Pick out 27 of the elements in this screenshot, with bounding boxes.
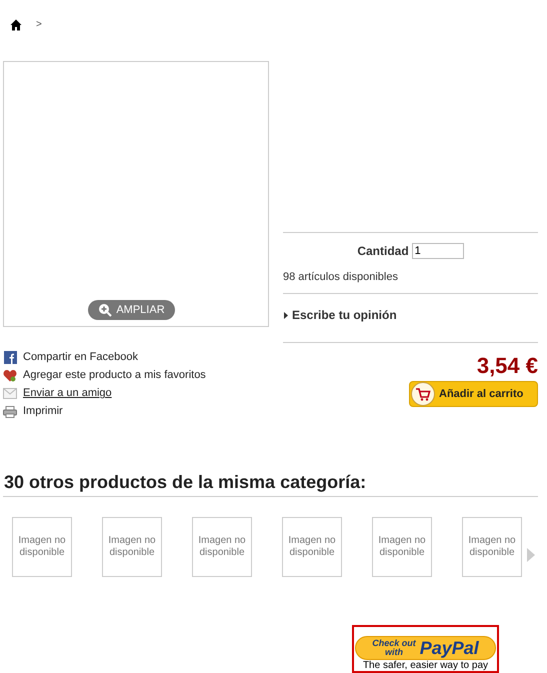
cart-icon [411, 382, 435, 406]
section-heading: 30 otros productos de la misma categoría: [4, 471, 366, 494]
envelope-icon [3, 388, 17, 399]
heart-icon [3, 369, 17, 382]
price: 3,54 € [476, 352, 538, 380]
availability-text: 98 artículos disponibles [283, 270, 398, 285]
add-to-cart-button[interactable]: Añadir al carrito [409, 381, 538, 407]
product-thumbnail[interactable]: Imagen no disponible [282, 517, 342, 577]
product-thumbnail[interactable]: Imagen no disponible [102, 517, 162, 577]
product-thumbnail[interactable]: Imagen no disponible [192, 517, 252, 577]
breadcrumb-separator: > [36, 18, 42, 32]
action-link[interactable]: Agregar este producto a mis favoritos [23, 367, 206, 384]
facebook-icon [4, 351, 16, 364]
action-link[interactable]: Compartir en Facebook [23, 349, 138, 366]
send-to-friend-link[interactable]: Enviar a un amigo [23, 385, 112, 402]
action-link[interactable]: Imprimir [23, 403, 63, 420]
product-thumbnail[interactable]: Imagen no disponible [12, 517, 72, 577]
zoom-button[interactable]: AMPLIAR [88, 300, 175, 320]
product-thumbnail[interactable]: Imagen no disponible [372, 517, 432, 577]
product-thumbnail[interactable]: Imagen no disponible [462, 517, 522, 577]
home-icon[interactable] [10, 18, 22, 30]
quantity-label: Cantidad [357, 243, 409, 260]
printer-icon [3, 406, 17, 418]
zoom-in-icon [98, 303, 112, 317]
review-link[interactable]: Escribe tu opinión [284, 306, 397, 324]
triangle-icon [284, 312, 288, 318]
quantity-field[interactable]: 1 [412, 243, 464, 259]
